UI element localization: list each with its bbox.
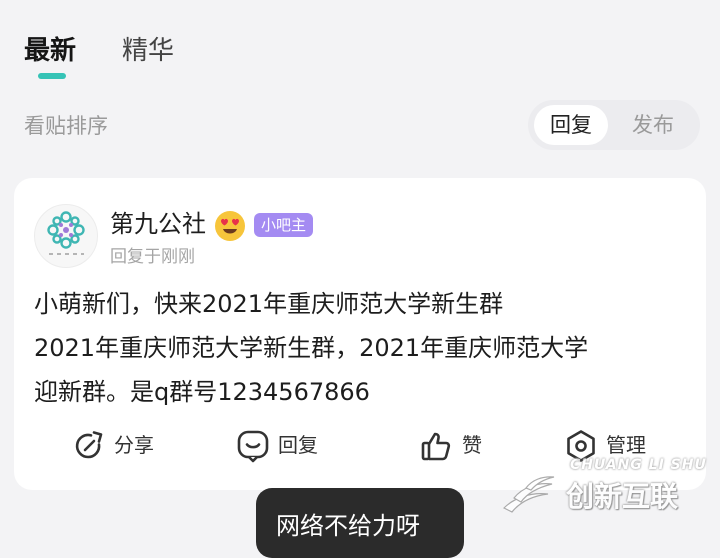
sort-label: 看贴排序 (24, 114, 108, 138)
post-meta: 回复于刚刚 (110, 247, 195, 267)
like-label: 赞 (462, 433, 482, 457)
tab-featured[interactable]: 精华 (122, 34, 174, 68)
content-line: 迎新群。是q群号1234567866 (34, 378, 370, 406)
network-error-toast: 网络不给力呀 (256, 488, 464, 558)
feed-tabs: 最新 精华 (24, 30, 324, 100)
avatar[interactable] (34, 204, 98, 268)
tab-latest[interactable]: 最新 (24, 34, 76, 68)
share-icon (75, 431, 103, 459)
thumbs-up-icon (421, 432, 451, 461)
share-button[interactable]: 分享 (72, 422, 182, 468)
sort-by-reply-button[interactable]: 回复 (534, 105, 608, 145)
comment-icon (237, 430, 269, 463)
sort-toggle: 回复 发布 (528, 100, 700, 150)
toast-message: 网络不给力呀 (276, 512, 420, 540)
heart-eyes-emoji-icon (215, 211, 245, 241)
sort-by-publish-button[interactable]: 发布 (616, 105, 690, 145)
watermark-english: CHUANG LI SHU (570, 457, 707, 473)
watermark-chinese: 创新互联 (566, 480, 679, 513)
watermark-logo-icon (502, 476, 555, 513)
reply-button[interactable]: 回复 (236, 422, 346, 468)
content-line: 小萌新们，快来2021年重庆师范大学新生群 (34, 290, 504, 318)
watermark: CHUANG LI SHU 创新互联 (500, 456, 718, 528)
post-author-name[interactable]: 第九公社 (110, 208, 206, 240)
community-logo-icon (47, 211, 85, 255)
post-content[interactable]: 小萌新们，快来2021年重庆师范大学新生群 2021年重庆师范大学新生群，202… (34, 282, 694, 414)
post-card[interactable]: 第九公社 小吧主 回复于刚刚 小萌新们，快来2021年重庆师范大学新生群 202… (14, 178, 706, 490)
like-button[interactable]: 赞 (420, 422, 510, 468)
moderator-badge: 小吧主 (254, 213, 314, 237)
share-label: 分享 (114, 433, 154, 457)
content-line: 2021年重庆师范大学新生群，2021年重庆师范大学 (34, 334, 589, 362)
active-tab-indicator (38, 73, 66, 79)
reply-label: 回复 (278, 433, 318, 457)
